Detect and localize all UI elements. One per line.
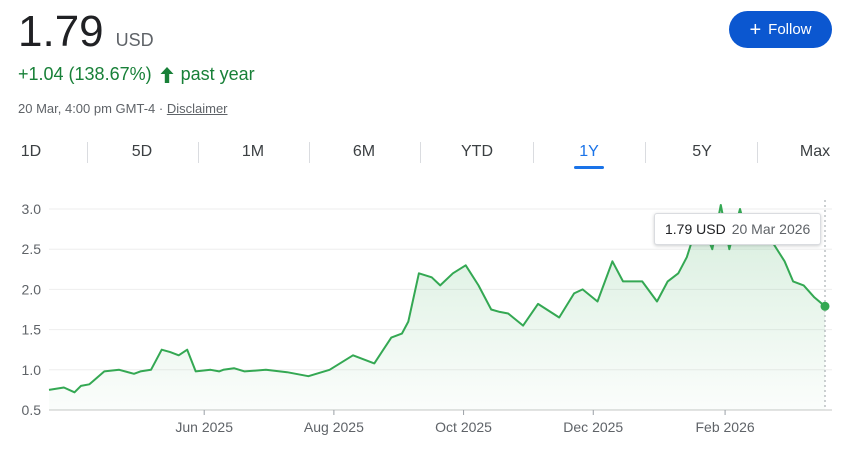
x-tick-label: Oct 2025 <box>435 419 492 435</box>
y-tick-label: 0.5 <box>22 402 42 418</box>
last-price-point <box>820 301 830 311</box>
y-tick-label: 2.5 <box>22 241 42 257</box>
y-tick-label: 2.0 <box>22 281 42 297</box>
chart-tooltip: 1.79 USD 20 Mar 2026 <box>654 213 822 245</box>
tooltip-date: 20 Mar 2026 <box>731 221 811 237</box>
x-tick-label: Dec 2025 <box>563 419 623 435</box>
y-tick-label: 1.5 <box>22 322 42 338</box>
x-tick-label: Aug 2025 <box>304 419 364 435</box>
y-tick-label: 1.0 <box>22 362 42 378</box>
x-tick-label: Feb 2026 <box>695 419 754 435</box>
tooltip-value: 1.79 USD <box>665 221 726 237</box>
x-tick-label: Jun 2025 <box>175 419 233 435</box>
y-tick-label: 3.0 <box>22 201 42 217</box>
